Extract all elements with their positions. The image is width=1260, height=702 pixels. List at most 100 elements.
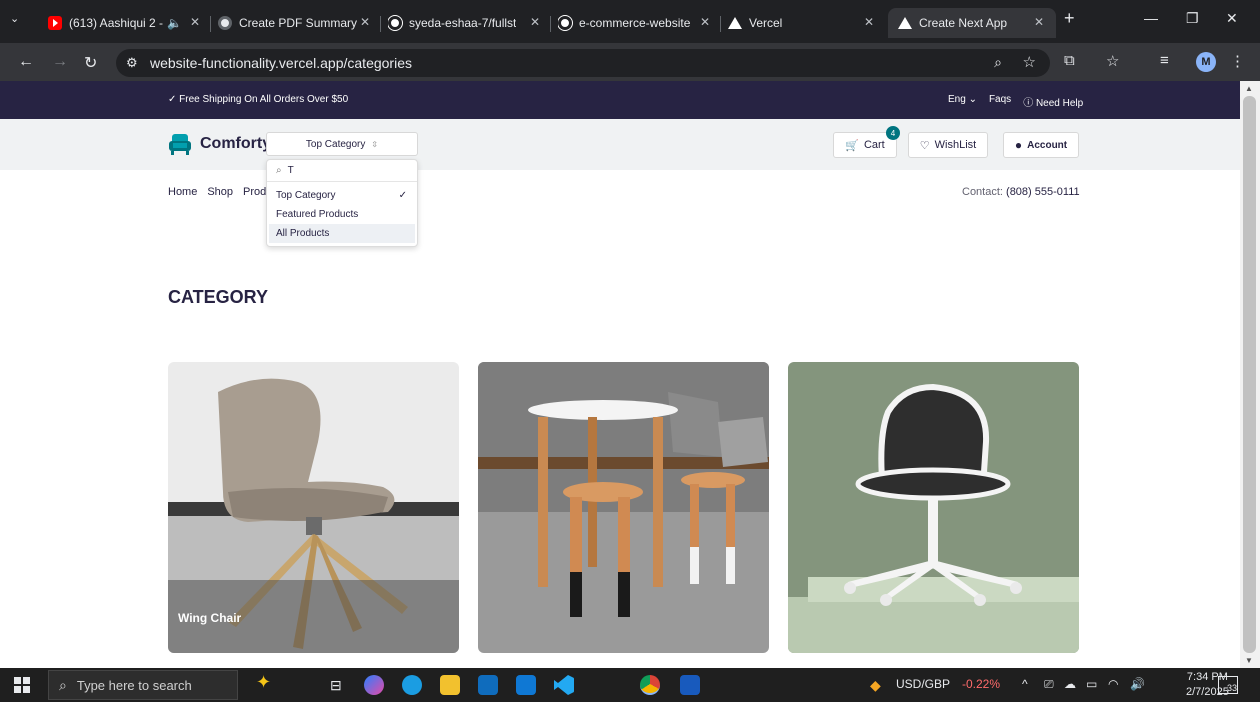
dropdown-search-input[interactable]: T — [288, 165, 294, 176]
scroll-up-icon[interactable]: ▲ — [1245, 84, 1253, 93]
category-select[interactable]: Top Category ⇳ — [266, 132, 418, 156]
main-nav: Home Shop Prod — [168, 186, 266, 198]
heart-icon: ♡ — [919, 139, 930, 152]
option-label: All Products — [276, 228, 330, 239]
tab-label: Create PDF Summary — [239, 16, 358, 30]
minimize-icon[interactable]: — — [1144, 10, 1158, 26]
dropdown-option-all-products[interactable]: All Products — [269, 224, 415, 243]
card-caption-text: Wing Chair — [178, 611, 242, 625]
network-icon[interactable]: ▭ — [1086, 677, 1097, 691]
windows-start-icon[interactable] — [14, 677, 30, 693]
stock-ticker-icon[interactable]: ◆ — [870, 677, 881, 694]
onedrive-icon[interactable]: ☁ — [1064, 677, 1076, 691]
tab-search-icon[interactable]: ⌄ — [10, 12, 19, 25]
close-icon[interactable]: ✕ — [530, 15, 540, 29]
copilot-sparkle-icon[interactable]: ✦ — [256, 672, 271, 693]
tab-github-ecommerce[interactable]: e-commerce-website ✕ — [558, 8, 716, 38]
ticker-symbol[interactable]: USD/GBP — [896, 677, 950, 691]
scrollbar-thumb[interactable] — [1243, 96, 1256, 653]
stools-image — [478, 362, 769, 653]
user-circle-icon: ● — [1014, 138, 1023, 152]
zoom-icon[interactable]: ⌕ — [994, 54, 1002, 71]
category-card-desk-chair[interactable] — [788, 362, 1079, 653]
kebab-menu-icon[interactable]: ⋮ — [1230, 52, 1245, 70]
option-label: Featured Products — [276, 209, 359, 220]
outlook-icon[interactable] — [516, 675, 536, 695]
tab-vercel[interactable]: Vercel ✕ — [728, 8, 880, 38]
nav-link-home[interactable]: Home — [168, 186, 197, 198]
contact-label: Contact: — [962, 186, 1003, 198]
notification-center-icon[interactable]: 33 — [1218, 676, 1238, 694]
speaker-icon[interactable]: 🔈 — [167, 16, 182, 30]
tab-create-next-app[interactable]: Create Next App ✕ — [888, 8, 1056, 38]
window-close-icon[interactable]: ✕ — [1226, 10, 1238, 27]
tab-divider — [380, 16, 381, 32]
tab-youtube[interactable]: (613) Aashiqui 2 - 🔈 ✕ — [48, 8, 206, 38]
dropdown-option-top-category[interactable]: Top Category ✓ — [269, 186, 415, 205]
brand-logo-text[interactable]: Comforty — [200, 135, 271, 153]
nav-link-shop[interactable]: Shop — [207, 186, 233, 198]
reading-list-icon[interactable]: ≡ — [1160, 52, 1169, 69]
close-icon[interactable]: ✕ — [700, 15, 710, 29]
main-header: Comforty Top Category ⇳ 🛒 Cart 4 ♡ WishL… — [0, 119, 1240, 170]
chevron-updown-icon: ⇳ — [371, 139, 379, 149]
close-icon[interactable]: ✕ — [1034, 15, 1044, 29]
copilot-app-icon[interactable] — [364, 675, 384, 695]
close-icon[interactable]: ✕ — [864, 15, 874, 29]
bookmarks-icon[interactable]: ☆ — [1106, 52, 1119, 70]
free-shipping-text: ✓ Free Shipping On All Orders Over $50 — [168, 94, 349, 105]
category-dropdown: ⌕ T Top Category ✓ Featured Products All… — [266, 159, 418, 247]
faqs-link[interactable]: Faqs — [989, 94, 1011, 109]
language-select[interactable]: Eng ⌄ — [948, 94, 977, 109]
edge-browser-icon[interactable] — [402, 675, 422, 695]
category-select-value: Top Category — [305, 138, 366, 150]
tab-label: Create Next App — [919, 16, 1008, 30]
close-icon[interactable]: ✕ — [360, 15, 370, 29]
contact-phone[interactable]: (808) 555-0111 — [1006, 186, 1080, 198]
desk-chair-image — [788, 362, 1079, 653]
dropdown-option-featured-products[interactable]: Featured Products — [269, 205, 415, 224]
file-explorer-icon[interactable] — [440, 675, 460, 695]
category-card-wing-chair[interactable]: Wing Chair — [168, 362, 459, 653]
new-tab-icon[interactable]: + — [1064, 8, 1075, 29]
tab-github-fullstack[interactable]: syeda-eshaa-7/fullst ✕ — [388, 8, 546, 38]
meet-now-icon[interactable]: ⎚ — [1044, 677, 1054, 692]
account-button[interactable]: ● Account — [1003, 132, 1079, 158]
wifi-icon[interactable]: ◠ — [1108, 677, 1118, 691]
forward-icon[interactable]: → — [52, 53, 68, 71]
check-icon: ✓ — [398, 190, 407, 201]
dropdown-search[interactable]: ⌕ T — [267, 160, 417, 182]
restore-icon[interactable]: ❐ — [1186, 10, 1199, 27]
back-icon[interactable]: ← — [18, 53, 34, 71]
volume-icon[interactable]: 🔊 — [1130, 677, 1145, 691]
wishlist-button[interactable]: ♡ WishList — [908, 132, 988, 158]
category-card-stools[interactable] — [478, 362, 769, 653]
chrome-taskbar-icon[interactable] — [640, 675, 660, 695]
reload-icon[interactable]: ↻ — [84, 53, 97, 73]
sofa-logo-icon[interactable] — [167, 131, 193, 157]
show-hidden-icons-chevron[interactable]: ^ — [1022, 677, 1028, 691]
bookmark-star-icon[interactable]: ☆ — [1023, 53, 1036, 71]
word-icon[interactable] — [680, 675, 700, 695]
taskbar-search-box[interactable]: ⌕ Type here to search — [48, 670, 238, 700]
tab-label: e-commerce-website — [579, 16, 691, 30]
extensions-icon[interactable]: ⧉ — [1064, 52, 1075, 69]
cart-button[interactable]: 🛒 Cart 4 — [833, 126, 900, 158]
option-label: Top Category — [276, 190, 336, 201]
site-info-icon[interactable]: ⚙ — [126, 55, 138, 71]
nav-link-product[interactable]: Prod — [243, 186, 266, 198]
tab-label: Vercel — [749, 16, 783, 30]
vscode-icon[interactable] — [554, 675, 574, 695]
profile-avatar[interactable]: M — [1196, 52, 1216, 72]
omnibox[interactable]: ⚙ website-functionality.vercel.app/categ… — [116, 49, 1050, 77]
microsoft-store-icon[interactable] — [478, 675, 498, 695]
task-view-icon[interactable]: ⊟ — [330, 677, 342, 694]
need-help-link[interactable]: ⓘ Need Help — [1023, 94, 1083, 109]
tab-create-pdf[interactable]: Create PDF Summary ✕ — [218, 8, 376, 38]
close-icon[interactable]: ✕ — [190, 15, 200, 29]
chatpdf-icon — [218, 16, 232, 30]
scroll-down-icon[interactable]: ▼ — [1245, 656, 1253, 665]
cart-icon: 🛒 — [845, 139, 859, 152]
url-text[interactable]: website-functionality.vercel.app/categor… — [150, 55, 412, 71]
cart-count-badge: 4 — [886, 126, 900, 140]
